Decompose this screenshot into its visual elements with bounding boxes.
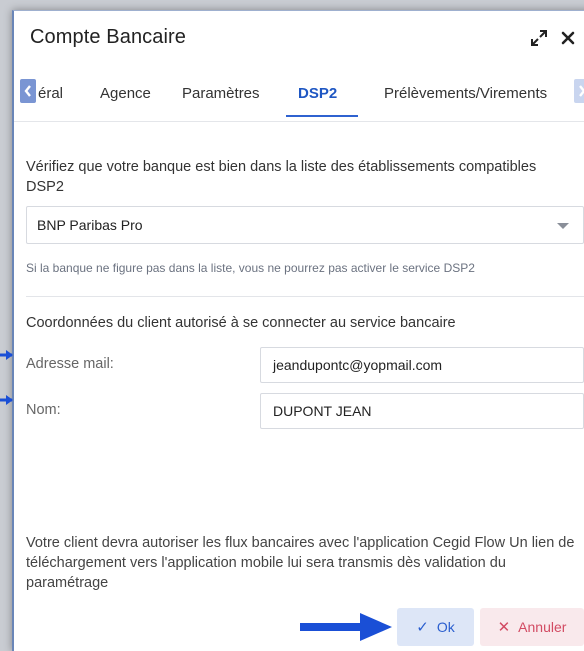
- dialog-title: Compte Bancaire: [30, 26, 187, 48]
- compte-bancaire-dialog: Compte Bancaire éral Agence Paramètres D…: [12, 10, 584, 651]
- bank-hint-text: Si la banque ne figure pas dans la liste…: [26, 261, 475, 275]
- check-icon: ✓: [416, 619, 429, 636]
- annotation-arrow-name: [0, 395, 13, 405]
- expand-icon[interactable]: [530, 29, 548, 47]
- tab-dsp2[interactable]: DSP2: [298, 85, 337, 102]
- cancel-button[interactable]: ✕ Annuler: [480, 608, 584, 646]
- client-section-title: Coordonnées du client autorisé à se conn…: [26, 315, 456, 331]
- name-field-value: DUPONT JEAN: [273, 403, 372, 419]
- email-field[interactable]: jeandupontc@yopmail.com: [260, 347, 584, 383]
- chevron-right-icon[interactable]: [574, 79, 584, 103]
- tab-bar: éral Agence Paramètres DSP2 Prélèvements…: [14, 67, 584, 122]
- section-divider: [26, 296, 584, 297]
- annotation-arrow-email: [0, 350, 13, 360]
- ok-button[interactable]: ✓ Ok: [397, 608, 474, 646]
- tab-general[interactable]: éral: [38, 85, 63, 102]
- cancel-button-label: Annuler: [518, 619, 567, 635]
- close-icon[interactable]: [560, 30, 576, 46]
- tab-agence[interactable]: Agence: [100, 85, 151, 102]
- bank-select[interactable]: BNP Paribas Pro: [26, 206, 584, 244]
- dsp2-intro-text: Vérifiez que votre banque est bien dans …: [26, 159, 537, 195]
- dialog-titlebar: Compte Bancaire: [14, 11, 584, 67]
- bank-select-value: BNP Paribas Pro: [37, 217, 143, 233]
- email-field-value: jeandupontc@yopmail.com: [273, 357, 443, 373]
- chevron-left-icon[interactable]: [20, 79, 36, 103]
- caret-down-icon: [557, 223, 569, 229]
- x-icon: ✕: [497, 619, 511, 636]
- active-tab-indicator: [286, 115, 358, 117]
- tab-parametres[interactable]: Paramètres: [182, 85, 260, 102]
- email-label: Adresse mail:: [26, 356, 114, 372]
- cegid-flow-info-text: Votre client devra autoriser les flux ba…: [26, 535, 575, 591]
- ok-button-label: Ok: [436, 619, 455, 635]
- name-field[interactable]: DUPONT JEAN: [260, 393, 584, 429]
- name-label: Nom:: [26, 402, 61, 418]
- tab-prelevements-virements[interactable]: Prélèvements/Virements: [384, 85, 547, 102]
- annotation-arrow-ok: [300, 613, 392, 641]
